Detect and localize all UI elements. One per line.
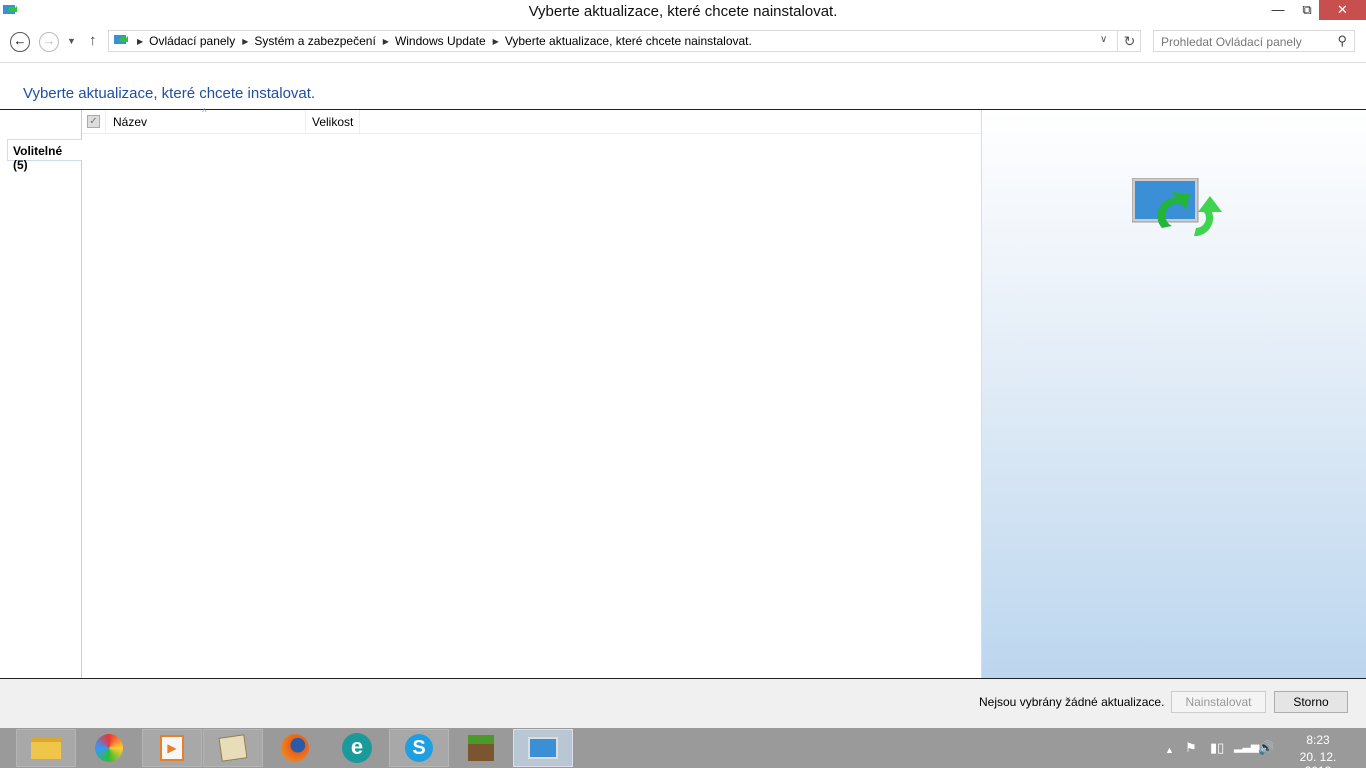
media-player-icon: ▶ [160,735,184,761]
clock-date: 20. 12. 2013 [1299,750,1337,778]
column-name[interactable]: Název ˄ [106,106,306,134]
refresh-button[interactable]: ↻ [1117,30,1141,52]
search-placeholder: Prohledat Ovládací panely [1161,35,1302,49]
taskbar-browser[interactable] [79,729,139,767]
document-icon [218,734,248,762]
category-pane [0,110,82,678]
address-history-dropdown[interactable]: ∨ [1100,34,1107,45]
breadcrumb-separator: ▶ [242,36,249,46]
taskbar-file-explorer[interactable] [16,729,76,767]
column-size[interactable]: Velikost [306,109,360,134]
eset-icon: e [342,733,372,763]
taskbar-media-player[interactable]: ▶ [142,729,202,767]
sort-ascending-icon: ˄ [202,105,207,115]
taskbar-document-tool[interactable] [203,729,263,767]
taskbar-skype[interactable]: S [389,729,449,767]
action-center-flag-icon[interactable]: ⚑ [1185,740,1197,756]
window-title: Vyberte aktualizace, které chcete nainst… [528,3,838,20]
close-button[interactable]: ✕ [1319,0,1366,20]
search-input[interactable]: Prohledat Ovládací panely ⚲ [1153,30,1355,52]
taskbar-minecraft[interactable] [451,729,511,767]
firefox-icon [281,734,309,762]
taskbar-firefox[interactable] [265,729,325,767]
volume-icon[interactable]: 🔊 [1258,740,1274,756]
breadcrumb-separator: ▶ [137,36,144,46]
control-panel-icon [528,737,558,759]
network-signal-icon[interactable]: ▂▃▅ [1234,740,1259,753]
breadcrumb-separator: ▶ [382,36,389,46]
taskbar-control-panel[interactable] [513,729,573,767]
selection-status: Nejsou vybrány žádné aktualizace. [979,695,1165,709]
address-bar[interactable]: ▶ Ovládací panely ▶ Systém a zabezpečení… [108,30,1141,52]
clock-time: 8:23 [1306,733,1330,747]
recent-pages-dropdown[interactable]: ▼ [67,36,76,46]
forward-button[interactable]: → [39,32,59,52]
breadcrumb-windows-update[interactable]: Windows Update [395,34,486,48]
browser-orb-icon [95,734,123,762]
update-list [82,135,981,678]
column-name-label: Název [113,114,148,129]
windows-update-logo-icon [1132,178,1222,237]
show-hidden-icons-button[interactable]: ▲ [1165,745,1174,755]
title-bar: Vyberte aktualizace, které chcete nainst… [0,0,1366,24]
breadcrumb-control-panel[interactable]: Ovládací panely [149,34,235,48]
taskbar-eset[interactable]: e [327,729,387,767]
details-pane [981,110,1366,678]
up-button[interactable]: ↑ [89,32,97,49]
power-icon[interactable]: ▮▯ [1210,740,1224,756]
clock[interactable]: 8:23 20. 12. 2013 [1285,733,1351,778]
back-button[interactable]: ← [10,32,30,52]
column-header: ✓ Název ˄ Velikost [82,106,981,134]
page-title: Vyberte aktualizace, které chcete instal… [23,85,316,102]
breadcrumb-separator: ▶ [492,36,499,46]
select-all-checkbox[interactable]: ✓ [87,115,100,128]
install-button[interactable]: Nainstalovat [1171,691,1266,713]
windows-update-icon [114,35,128,44]
breadcrumb-current[interactable]: Vyberte aktualizace, které chcete nainst… [505,34,752,48]
cancel-button[interactable]: Storno [1274,691,1348,713]
breadcrumb-system-security[interactable]: Systém a zabezpečení [254,34,375,48]
minecraft-icon [468,735,494,761]
search-icon[interactable]: ⚲ [1337,33,1347,49]
file-explorer-icon [31,737,61,759]
tab-optional-updates[interactable]: Volitelné (5) [7,139,82,172]
skype-icon: S [405,734,433,762]
